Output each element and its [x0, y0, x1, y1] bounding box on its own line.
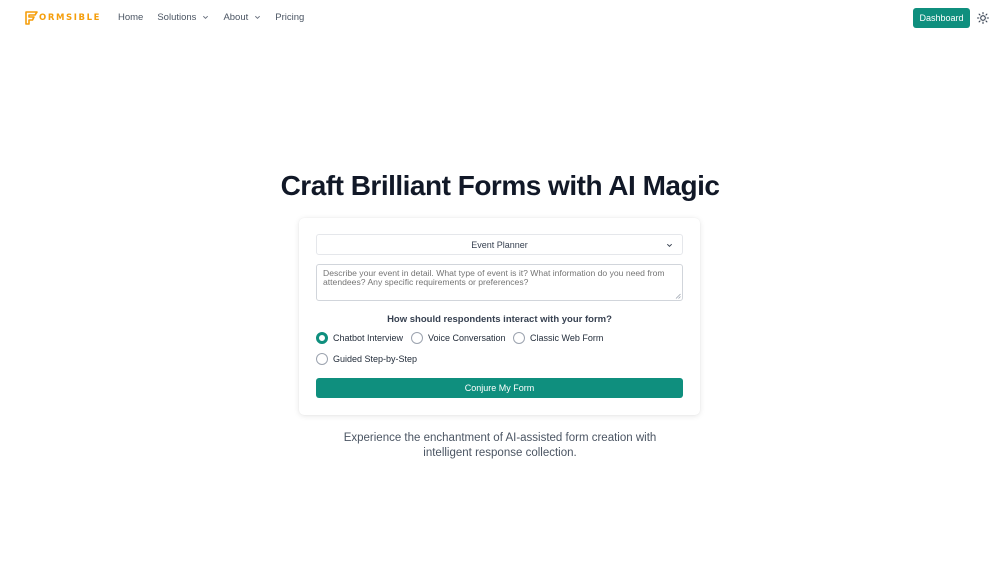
- sun-icon[interactable]: [976, 11, 990, 25]
- radio-icon: [411, 332, 423, 344]
- template-select-value: Event Planner: [471, 239, 528, 250]
- page-title: Craft Brilliant Forms with AI Magic: [280, 170, 720, 201]
- nav-about[interactable]: About: [223, 12, 261, 23]
- template-select[interactable]: Event Planner: [316, 234, 683, 255]
- option-label: Voice Conversation: [428, 333, 506, 343]
- logo-text: ORMSIBLE: [39, 13, 102, 23]
- event-description-input[interactable]: [316, 264, 683, 301]
- interaction-question: How should respondents interact with you…: [387, 314, 612, 325]
- tagline: Experience the enchantment of AI-assiste…: [343, 432, 657, 459]
- radio-icon: [513, 332, 525, 344]
- nav-solutions-label: Solutions: [157, 12, 197, 23]
- nav-home[interactable]: Home: [118, 12, 143, 23]
- option-voice-conversation[interactable]: Voice Conversation: [411, 332, 506, 344]
- option-chatbot-interview[interactable]: Chatbot Interview: [316, 332, 403, 344]
- option-label: Classic Web Form: [530, 333, 604, 343]
- chevron-down-icon: [255, 15, 261, 20]
- nav-solutions[interactable]: Solutions: [157, 12, 209, 23]
- resize-handle-icon[interactable]: [675, 293, 681, 299]
- top-nav-bar: ORMSIBLE Home Solutions About Pricing Da…: [0, 0, 1000, 36]
- nav-pricing[interactable]: Pricing: [275, 12, 304, 23]
- main-nav: Home Solutions About Pricing: [118, 12, 318, 23]
- option-guided-step-by-step[interactable]: Guided Step-by-Step: [316, 353, 417, 365]
- option-label: Guided Step-by-Step: [333, 354, 418, 364]
- nav-about-label: About: [223, 12, 249, 23]
- dashboard-button[interactable]: Dashboard: [913, 8, 970, 28]
- option-label: Chatbot Interview: [333, 333, 404, 343]
- logo-icon: [25, 11, 38, 25]
- chevron-down-icon: [666, 243, 673, 248]
- radio-selected-icon: [316, 332, 328, 344]
- logo[interactable]: ORMSIBLE: [24, 9, 101, 27]
- option-classic-web-form[interactable]: Classic Web Form: [513, 332, 603, 344]
- nav-pricing-label: Pricing: [275, 12, 305, 23]
- radio-icon: [316, 353, 328, 365]
- conjure-form-button[interactable]: Conjure My Form: [316, 378, 683, 398]
- form-builder-card: Event Planner How should respondents int…: [299, 218, 700, 415]
- nav-home-label: Home: [118, 12, 144, 23]
- chevron-down-icon: [203, 15, 209, 20]
